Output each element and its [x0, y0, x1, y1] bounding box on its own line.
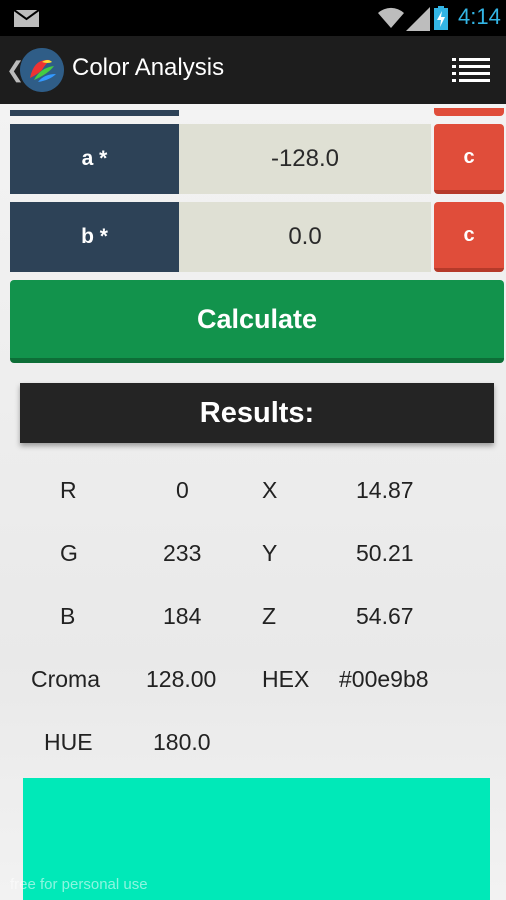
result-value-croma: 128.00 — [146, 666, 217, 692]
calculate-button[interactable]: Calculate — [10, 280, 504, 363]
watermark: free for personal use — [10, 876, 148, 893]
input-row-b: b * 0.0 c — [10, 202, 504, 274]
battery-charging-icon — [434, 6, 448, 30]
app-logo[interactable] — [20, 48, 64, 92]
content-area: a * -128.0 c b * 0.0 c Calculate Results… — [0, 104, 506, 900]
result-key-b: B — [60, 603, 76, 629]
app-title: Color Analysis — [72, 54, 225, 81]
input-label-a: a * — [10, 124, 179, 194]
input-field-b[interactable]: 0.0 — [179, 202, 431, 272]
result-key-r: R — [60, 477, 77, 503]
result-key-x: X — [262, 477, 278, 503]
signal-icon — [406, 7, 430, 31]
clear-button-a[interactable]: c — [434, 124, 504, 194]
list-menu-icon[interactable] — [452, 56, 490, 84]
status-bar: 4:14 — [0, 0, 506, 36]
input-row-a: a * -128.0 c — [10, 124, 504, 196]
result-key-y: Y — [262, 540, 278, 566]
result-key-hex: HEX — [262, 666, 310, 692]
action-bar: ❮ Color Analysis — [0, 36, 506, 104]
result-value-g: 233 — [163, 540, 202, 566]
input-field-a[interactable]: -128.0 — [179, 124, 431, 194]
result-value-r: 0 — [176, 477, 189, 503]
result-key-hue: HUE — [44, 729, 93, 755]
result-value-y: 50.21 — [356, 540, 414, 566]
input-label-b: b * — [10, 202, 179, 272]
result-value-hue: 180.0 — [153, 729, 211, 755]
result-key-croma: Croma — [31, 666, 101, 692]
result-value-b: 184 — [163, 603, 202, 629]
result-value-z: 54.67 — [356, 603, 414, 629]
result-key-z: Z — [262, 603, 277, 629]
results-header: Results: — [20, 383, 494, 443]
result-value-x: 14.87 — [356, 477, 414, 503]
result-key-g: G — [60, 540, 78, 566]
result-value-hex: #00e9b8 — [339, 666, 429, 692]
scrolled-clear-button-edge[interactable] — [434, 108, 504, 116]
wifi-icon — [378, 7, 404, 28]
mail-icon — [14, 10, 39, 27]
parrot-icon — [20, 48, 64, 92]
scrolled-label-edge — [10, 110, 179, 116]
clear-button-b[interactable]: c — [434, 202, 504, 272]
clock: 4:14 — [458, 4, 501, 29]
